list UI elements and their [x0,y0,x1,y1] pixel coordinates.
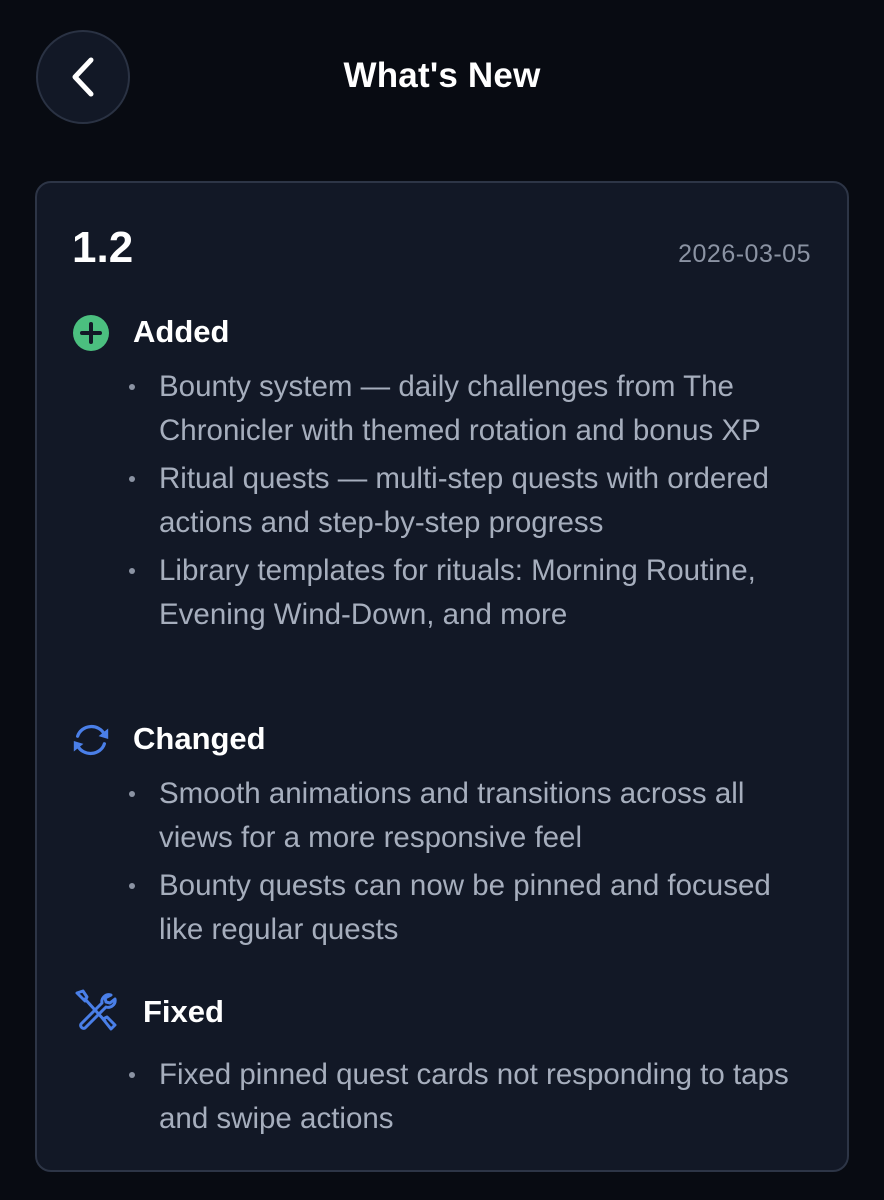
bullet [129,568,135,574]
list-item: Bounty quests can now be pinned and focu… [37,864,847,952]
section-title-fixed: Fixed [143,994,224,1029]
item-text: Bounty system — daily challenges from Th… [159,370,761,447]
release-date: 2026-03-05 [678,240,811,268]
wrench-screwdriver-icon [70,989,120,1031]
changed-list: Smooth animations and transitions across… [37,772,847,956]
bullet [129,1072,135,1078]
item-text: Library templates for rituals: Morning R… [159,554,756,631]
bullet [129,384,135,390]
bullet [129,476,135,482]
section-header-added: Added [37,313,847,353]
item-text: Smooth animations and transitions across… [159,777,745,854]
list-item: Bounty system — daily challenges from Th… [37,365,847,453]
refresh-icon [70,720,112,760]
list-item: Ritual quests — multi-step quests with o… [37,457,847,545]
item-text: Ritual quests — multi-step quests with o… [159,462,769,539]
fixed-list: Fixed pinned quest cards not responding … [37,1053,847,1145]
item-text: Bounty quests can now be pinned and focu… [159,869,771,946]
release-card: 1.2 2026-03-05 Added Bounty system — dai… [35,181,849,1172]
version-number: 1.2 [72,223,134,272]
item-text: Fixed pinned quest cards not responding … [159,1058,789,1135]
added-list: Bounty system — daily challenges from Th… [37,365,847,641]
bullet [129,883,135,889]
header: What's New [0,0,884,150]
list-item: Fixed pinned quest cards not responding … [37,1053,847,1141]
section-title-changed: Changed [133,721,266,756]
list-item: Smooth animations and transitions across… [37,772,847,860]
section-title-added: Added [133,314,230,349]
section-header-changed: Changed [37,720,847,760]
plus-circle-icon [70,313,112,353]
list-item: Library templates for rituals: Morning R… [37,549,847,637]
page-title: What's New [343,56,541,95]
section-header-fixed: Fixed [37,989,847,1033]
bullet [129,791,135,797]
